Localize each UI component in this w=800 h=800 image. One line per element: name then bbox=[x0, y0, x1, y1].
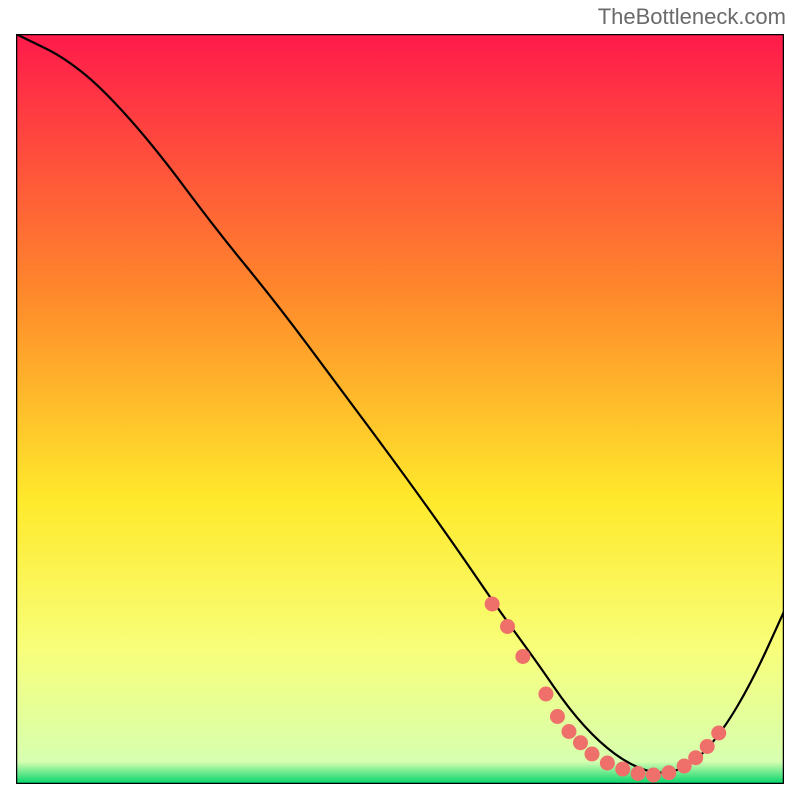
highlight-dot bbox=[700, 739, 715, 754]
highlight-dot bbox=[485, 597, 500, 612]
highlight-dot bbox=[646, 768, 661, 783]
highlight-dot bbox=[550, 709, 565, 724]
highlight-dot bbox=[538, 687, 553, 702]
highlight-dot bbox=[573, 735, 588, 750]
highlight-dot bbox=[500, 619, 515, 634]
highlight-dot bbox=[661, 765, 676, 780]
highlight-dot bbox=[615, 762, 630, 777]
attribution-text: TheBottleneck.com bbox=[598, 4, 786, 30]
plot-area bbox=[16, 34, 784, 784]
highlight-dot bbox=[600, 756, 615, 771]
gradient-background bbox=[16, 34, 784, 784]
highlight-dot bbox=[631, 766, 646, 781]
highlight-dot bbox=[515, 649, 530, 664]
highlight-dot bbox=[561, 724, 576, 739]
highlight-dot bbox=[688, 750, 703, 765]
highlight-dot bbox=[585, 747, 600, 762]
chart-root: TheBottleneck.com bbox=[0, 0, 800, 800]
plot-svg bbox=[16, 34, 784, 784]
highlight-dot bbox=[711, 726, 726, 741]
